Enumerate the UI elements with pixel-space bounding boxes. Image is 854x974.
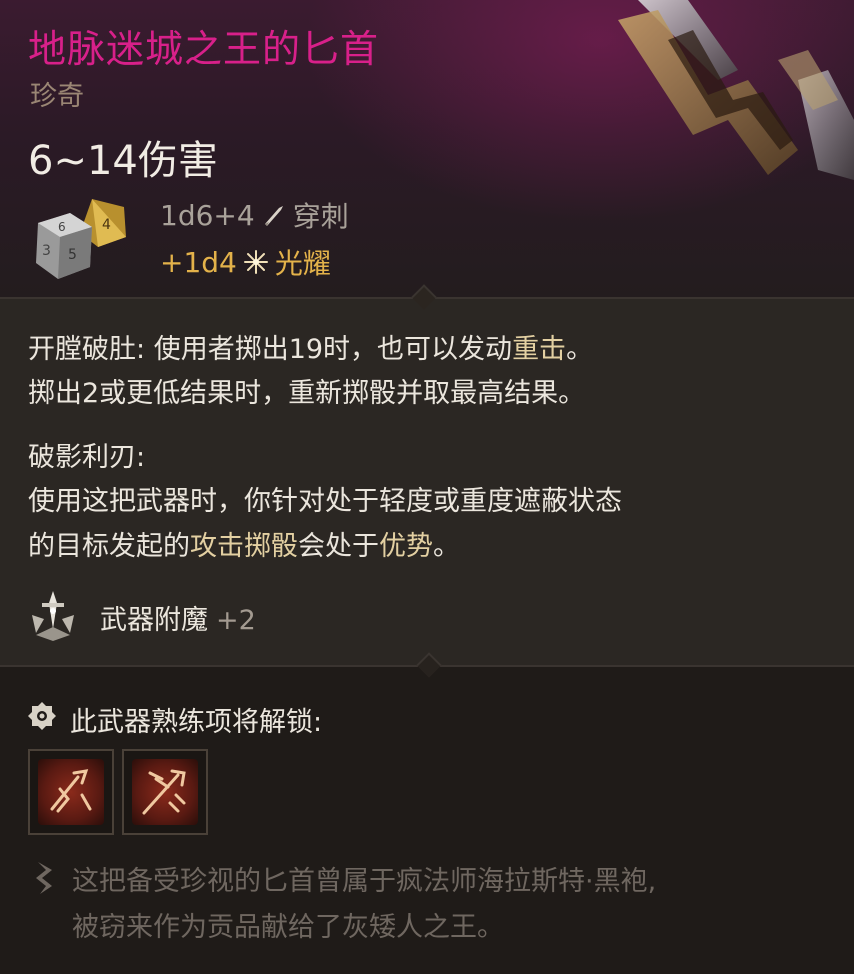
svg-text:6: 6 (58, 220, 66, 234)
property-2-line-2: 的目标发起的攻击掷骰会处于优势。 (28, 531, 460, 562)
flourish-icon (142, 769, 186, 815)
svg-text:3: 3 (42, 243, 51, 259)
weapon-enchantment: 武器附魔 +2 (100, 605, 256, 636)
proficiency-unlock-label: 此武器熟练项将解锁: (70, 707, 323, 738)
damage-type: 光耀 (274, 247, 331, 280)
piercing-icon (264, 206, 283, 226)
keyword-critical[interactable]: 重击 (512, 334, 566, 365)
skill-slot-piercing-strike[interactable] (28, 749, 114, 835)
unlock-icon (28, 702, 56, 730)
dagger-art-icon (618, 0, 854, 180)
item-rarity: 珍奇 (30, 81, 84, 112)
property-1-line-2: 掷出2或更低结果时，重新掷骰并取最高结果。 (28, 378, 586, 409)
damage-line-bonus: +1d4 光耀 (160, 242, 331, 282)
damage-type: 穿刺 (292, 200, 349, 233)
property-2-line-1: 使用这把武器时，你针对处于轻度或重度遮蔽状态 (28, 486, 622, 517)
item-tooltip: 地脉迷城之王的匕首 珍奇 6~14伤害 4 6 5 3 1d6+4 穿刺 +1d… (0, 0, 854, 974)
radiant-icon (243, 250, 268, 274)
keyword-advantage[interactable]: 优势 (379, 531, 433, 562)
svg-text:5: 5 (68, 247, 77, 263)
skill-slot-flourish[interactable] (122, 749, 208, 835)
damage-total: 6~14伤害 (28, 138, 218, 184)
property-1-line-1: 开膛破肚: 使用者掷出19时，也可以发动重击。 (28, 334, 594, 365)
damage-formula: 1d6+4 (160, 198, 255, 232)
piercing-strike-icon (50, 769, 92, 813)
lore-line-1: 这把备受珍视的匕首曾属于疯法师海拉斯特·黑袍, (72, 866, 657, 897)
keyword-attack-roll[interactable]: 攻击掷骰 (190, 531, 298, 562)
weapon-enchant-icon (32, 591, 74, 641)
item-name: 地脉迷城之王的匕首 (28, 27, 380, 71)
lore-line-2: 被窃来作为贡品献给了灰矮人之王。 (72, 912, 504, 943)
svg-text:4: 4 (102, 217, 111, 233)
property-2-title: 破影利刃: (28, 442, 146, 473)
dice-icon: 4 6 5 3 (36, 199, 126, 279)
quill-icon (36, 862, 52, 894)
damage-formula: +1d4 (160, 245, 237, 279)
damage-line-base: 1d6+4 穿刺 (160, 195, 349, 235)
property-title: 开膛破肚: (28, 334, 146, 365)
enchantment-bonus: +2 (216, 605, 256, 636)
